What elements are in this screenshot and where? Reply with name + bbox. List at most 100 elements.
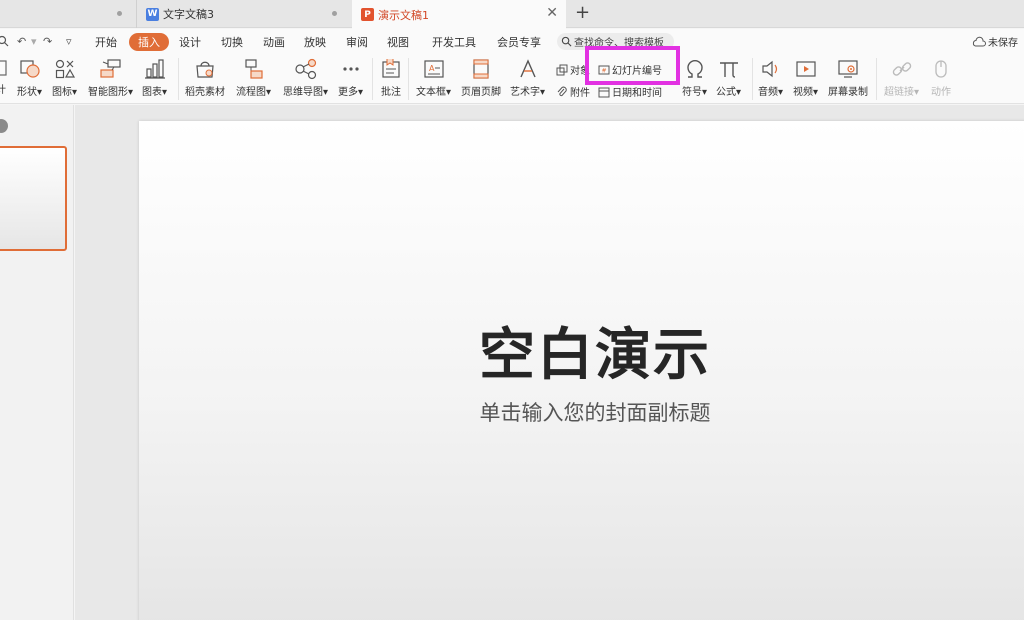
menu-developer[interactable]: 开发工具 bbox=[432, 34, 476, 50]
chart-label: 图表 bbox=[142, 87, 162, 98]
partial-label: 计 bbox=[0, 85, 6, 96]
ribbon-separator bbox=[178, 58, 179, 100]
object-icon bbox=[556, 64, 568, 75]
slide-thumbnail[interactable] bbox=[0, 146, 67, 251]
slide-subtitle[interactable]: 单击输入您的封面副标题 bbox=[139, 397, 1024, 427]
comment-button[interactable]: 批注 bbox=[379, 58, 403, 98]
date-time-button[interactable]: 日期和时间 bbox=[598, 84, 662, 99]
wordart-button[interactable]: 艺术字▾ bbox=[510, 58, 545, 98]
tab-presentation-doc[interactable]: P 演示文稿1 ✕ bbox=[352, 0, 566, 29]
paperclip-icon bbox=[557, 86, 567, 96]
ribbon-separator bbox=[372, 58, 373, 100]
annotation-highlight-box bbox=[585, 46, 680, 85]
smart-art-button[interactable]: 智能图形▾ bbox=[88, 58, 133, 98]
icon-library-label: 图标 bbox=[52, 87, 72, 98]
omega-symbol-icon bbox=[686, 59, 703, 78]
tab-dot-icon bbox=[332, 11, 337, 16]
video-button[interactable]: 视频▾ bbox=[793, 58, 818, 98]
partial-button[interactable]: 计 bbox=[0, 58, 8, 96]
unsaved-label: 未保存 bbox=[988, 38, 1018, 49]
action-label: 动作 bbox=[931, 87, 951, 98]
cloud-icon bbox=[972, 36, 986, 46]
header-footer-label: 页眉页脚 bbox=[461, 87, 501, 98]
panel-toggle-icon[interactable] bbox=[0, 119, 8, 133]
writer-icon: W bbox=[146, 7, 159, 21]
symbol-button[interactable]: 符号▾ bbox=[682, 58, 707, 98]
menu-bar: ↶ ▾ ↷ ▿ 开始 插入 设计 切换 动画 放映 审阅 视图 开发工具 会员专… bbox=[0, 29, 1024, 54]
close-tab-icon[interactable]: ✕ bbox=[546, 6, 558, 20]
tab-writer-doc[interactable]: W 文字文稿3 bbox=[136, 0, 350, 28]
search-icon bbox=[561, 36, 572, 47]
smart-art-label: 智能图形 bbox=[88, 87, 128, 98]
audio-button[interactable]: 音频▾ bbox=[758, 58, 783, 98]
mindmap-button[interactable]: 思维导图▾ bbox=[283, 58, 328, 98]
screen-record-button[interactable]: 屏幕录制 bbox=[828, 58, 868, 98]
tab-label: 文字文稿3 bbox=[163, 8, 214, 21]
undo-dropdown-icon[interactable]: ▾ bbox=[31, 35, 37, 48]
wordart-icon bbox=[519, 59, 536, 78]
textbox-button[interactable]: A 文本框▾ bbox=[416, 58, 451, 98]
attachment-button[interactable]: 附件 bbox=[556, 84, 590, 99]
textbox-label: 文本框 bbox=[416, 87, 446, 98]
svg-text:A: A bbox=[429, 64, 435, 73]
ribbon-separator bbox=[876, 58, 877, 100]
menu-member[interactable]: 会员专享 bbox=[497, 34, 541, 50]
video-label: 视频 bbox=[793, 87, 813, 98]
shape-label: 形状 bbox=[17, 87, 37, 98]
wordart-label: 艺术字 bbox=[510, 87, 540, 98]
symbol-label: 符号 bbox=[682, 87, 702, 98]
slide-title[interactable]: 空白演示 bbox=[139, 310, 1024, 391]
action-button[interactable]: 动作 bbox=[929, 58, 953, 98]
shape-icon bbox=[19, 60, 40, 78]
menu-slideshow[interactable]: 放映 bbox=[304, 34, 326, 50]
icon-library-icon bbox=[55, 59, 75, 79]
more-dots-icon bbox=[342, 67, 359, 71]
more-button[interactable]: 更多▾ bbox=[338, 58, 363, 98]
attachment-label: 附件 bbox=[570, 88, 590, 99]
redo-icon[interactable]: ↷ bbox=[43, 35, 52, 48]
flowchart-label: 流程图 bbox=[236, 87, 266, 98]
ribbon-insert: 计 形状▾ 图标▾ 智能图形▾ 图表▾ 稻壳素材 流程图▾ 思维导图▾ 更多▾ … bbox=[0, 54, 1024, 104]
formula-label: 公式 bbox=[716, 87, 736, 98]
undo-icon[interactable]: ↶ bbox=[17, 35, 26, 48]
tab-dot-icon bbox=[117, 11, 122, 16]
calendar-icon bbox=[598, 87, 610, 97]
presentation-icon: P bbox=[361, 8, 374, 21]
search-doc-icon[interactable] bbox=[0, 35, 9, 50]
comment-label: 批注 bbox=[381, 87, 401, 98]
tab-home[interactable] bbox=[0, 0, 135, 28]
slide-thumbnail-panel bbox=[0, 105, 74, 620]
tab-label: 演示文稿1 bbox=[378, 8, 429, 22]
customize-icon[interactable]: ▿ bbox=[66, 35, 72, 48]
hyperlink-button[interactable]: 超链接▾ bbox=[884, 58, 919, 98]
menu-insert[interactable]: 插入 bbox=[129, 33, 169, 51]
mouse-icon bbox=[935, 60, 947, 78]
tab-bar: W 文字文稿3 P 演示文稿1 ✕ + bbox=[0, 0, 1024, 29]
header-footer-button[interactable]: 页眉页脚 bbox=[461, 58, 501, 98]
straw-material-button[interactable]: 稻壳素材 bbox=[185, 58, 225, 98]
menu-design[interactable]: 设计 bbox=[179, 34, 201, 50]
formula-button[interactable]: 公式▾ bbox=[716, 58, 741, 98]
ribbon-separator bbox=[408, 58, 409, 100]
slide-canvas[interactable]: 空白演示 单击输入您的封面副标题 bbox=[139, 121, 1024, 620]
chart-button[interactable]: 图表▾ bbox=[142, 58, 167, 98]
more-label: 更多 bbox=[338, 87, 358, 98]
flowchart-button[interactable]: 流程图▾ bbox=[236, 58, 271, 98]
material-bag-icon bbox=[196, 61, 214, 78]
new-tab-button[interactable]: + bbox=[575, 3, 590, 23]
comment-icon bbox=[382, 59, 400, 78]
menu-review[interactable]: 审阅 bbox=[346, 34, 368, 50]
menu-start[interactable]: 开始 bbox=[95, 34, 117, 50]
ribbon-separator bbox=[752, 58, 753, 100]
screen-record-icon bbox=[838, 60, 858, 78]
menu-view[interactable]: 视图 bbox=[387, 34, 409, 50]
date-time-label: 日期和时间 bbox=[612, 88, 662, 99]
icon-library-button[interactable]: 图标▾ bbox=[52, 58, 77, 98]
unsaved-status[interactable]: 未保存 bbox=[972, 34, 1018, 49]
shape-button[interactable]: 形状▾ bbox=[17, 58, 42, 98]
video-icon bbox=[795, 61, 816, 77]
straw-material-label: 稻壳素材 bbox=[185, 87, 225, 98]
textbox-icon: A bbox=[423, 60, 444, 78]
menu-transition[interactable]: 切换 bbox=[221, 34, 243, 50]
menu-animation[interactable]: 动画 bbox=[263, 34, 285, 50]
